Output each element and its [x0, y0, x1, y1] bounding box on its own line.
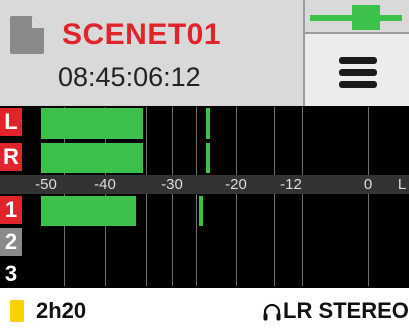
- grid-line: [196, 107, 197, 286]
- channel-label-1: 1: [0, 196, 22, 224]
- channel-label-r: R: [0, 143, 22, 171]
- scale-label: -12: [280, 176, 302, 193]
- meter-scale: [0, 175, 409, 194]
- peak-marker-r: [206, 143, 210, 173]
- document-icon: [10, 16, 44, 54]
- battery-level-marker: [352, 5, 380, 30]
- meter-bar-r: [41, 143, 143, 173]
- channel-label-2: 2: [0, 228, 22, 256]
- scale-label: L: [397, 176, 407, 193]
- peak-marker-1: [199, 196, 203, 226]
- meter-bar-1: [41, 196, 136, 226]
- meter-bar-l: [41, 108, 143, 139]
- channel-label-l: L: [0, 108, 22, 136]
- media-remaining: 2h20: [36, 298, 87, 323]
- hamburger-menu-icon: [339, 69, 377, 76]
- headphones-icon: [263, 303, 281, 321]
- grid-line: [368, 107, 369, 286]
- sd-card-icon: [10, 300, 24, 322]
- grid-line: [274, 107, 275, 286]
- scale-label: -20: [225, 176, 247, 193]
- timecode: 08:45:06:12: [58, 62, 201, 92]
- monitor-mode: LR STEREO: [283, 298, 409, 323]
- hamburger-menu-icon: [339, 81, 377, 88]
- hamburger-menu-icon: [339, 57, 377, 64]
- menu-button[interactable]: [305, 36, 409, 106]
- scale-label: -50: [35, 176, 57, 193]
- scale-label: -30: [161, 176, 183, 193]
- grid-line: [146, 107, 147, 286]
- scene-name: SCENET01: [62, 18, 222, 51]
- grid-line: [172, 107, 173, 286]
- grid-line: [302, 107, 303, 286]
- scale-label: -40: [94, 176, 116, 193]
- scale-label: 0: [363, 176, 373, 193]
- peak-marker-l: [206, 108, 210, 139]
- channel-label-3: 3: [0, 260, 22, 288]
- grid-line: [236, 107, 237, 286]
